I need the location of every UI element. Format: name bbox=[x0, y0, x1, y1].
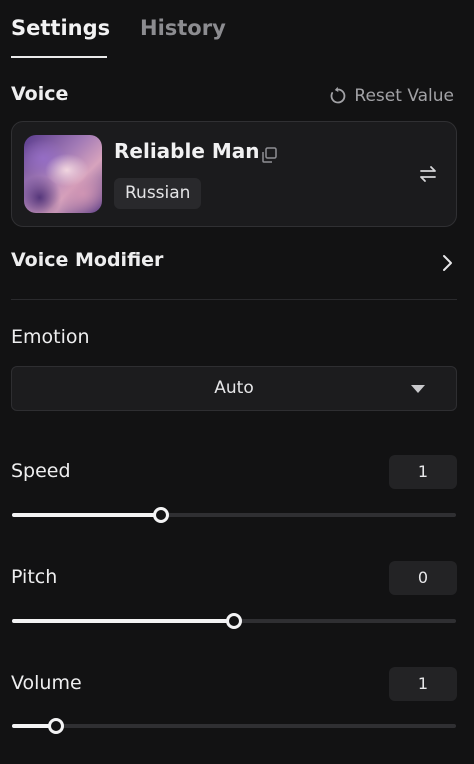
speed-slider[interactable] bbox=[12, 507, 456, 523]
pitch-slider-fill bbox=[12, 619, 234, 623]
speed-label: Speed bbox=[11, 460, 71, 482]
section-divider bbox=[11, 299, 457, 300]
emotion-select-value: Auto bbox=[214, 378, 254, 398]
reset-value-button[interactable]: Reset Value bbox=[328, 83, 454, 109]
voice-modifier-label: Voice Modifier bbox=[11, 249, 164, 271]
emotion-label: Emotion bbox=[11, 326, 90, 348]
speed-value-input[interactable]: 1 bbox=[389, 455, 457, 489]
settings-panel: Settings History Voice Reset Value Relia… bbox=[0, 0, 474, 764]
tab-history[interactable]: History bbox=[140, 14, 226, 58]
caret-down-icon bbox=[411, 385, 425, 393]
volume-slider[interactable] bbox=[12, 718, 456, 734]
pitch-value-input[interactable]: 0 bbox=[389, 561, 457, 595]
pitch-label: Pitch bbox=[11, 566, 58, 588]
volume-value-input[interactable]: 1 bbox=[389, 667, 457, 701]
pitch-slider-thumb[interactable] bbox=[226, 613, 242, 629]
tab-settings[interactable]: Settings bbox=[11, 14, 110, 58]
tab-bar: Settings History bbox=[11, 14, 226, 58]
reset-icon bbox=[331, 86, 346, 104]
chevron-right-icon bbox=[443, 255, 452, 271]
speed-slider-fill bbox=[12, 513, 161, 517]
voice-avatar bbox=[24, 135, 102, 213]
speed-slider-thumb[interactable] bbox=[152, 507, 169, 523]
pitch-slider[interactable] bbox=[12, 613, 456, 629]
copy-icon[interactable] bbox=[260, 146, 278, 164]
reset-value-label: Reset Value bbox=[354, 86, 454, 106]
voice-language-tag: Russian bbox=[114, 178, 202, 209]
swap-icon[interactable] bbox=[418, 164, 438, 184]
emotion-select[interactable]: Auto bbox=[11, 366, 457, 411]
voice-card[interactable]: Reliable Man Russian bbox=[11, 121, 457, 227]
voice-name: Reliable Man bbox=[114, 139, 260, 163]
voice-section-label: Voice bbox=[11, 83, 69, 105]
volume-slider-thumb[interactable] bbox=[48, 718, 65, 734]
voice-modifier-row[interactable]: Voice Modifier bbox=[11, 243, 457, 283]
volume-label: Volume bbox=[11, 672, 82, 694]
